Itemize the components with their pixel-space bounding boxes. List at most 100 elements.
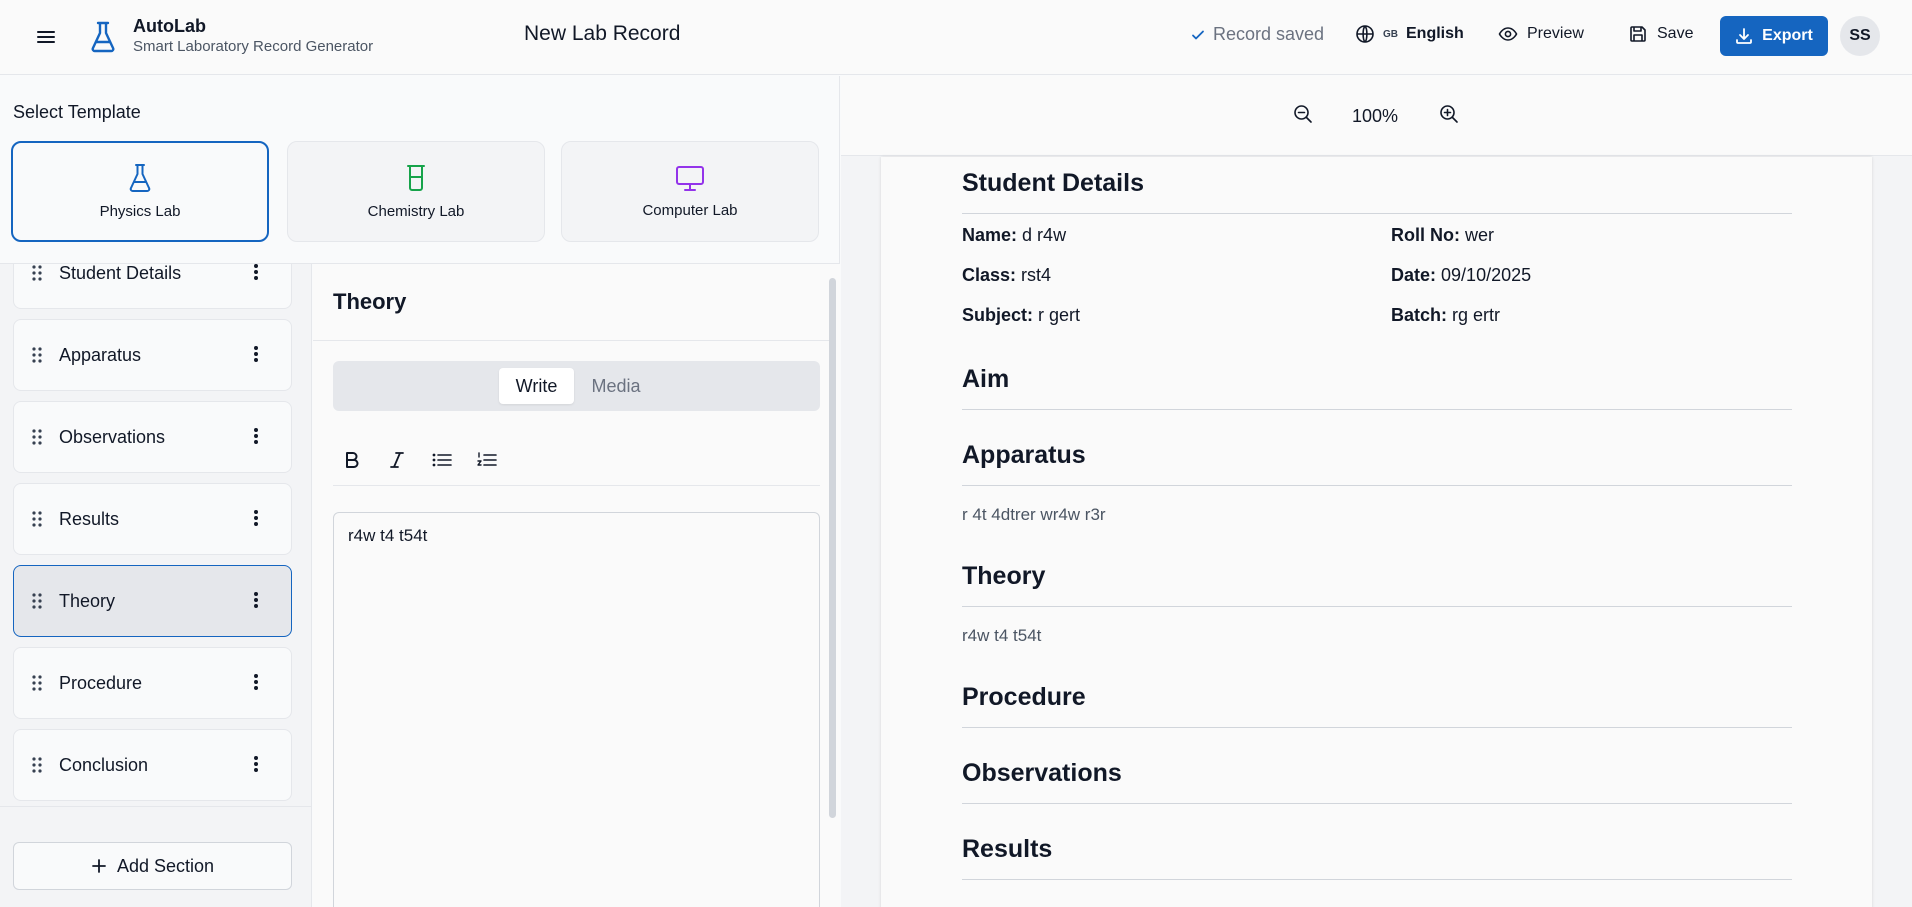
editor-scrollbar[interactable]: [829, 278, 836, 818]
section-label: Theory: [59, 590, 116, 611]
flask-logo-icon: [88, 20, 118, 54]
language-selector[interactable]: GB English: [1355, 24, 1464, 44]
field-value: wer: [1465, 225, 1495, 245]
plus-icon: [92, 859, 106, 873]
beaker-icon: [407, 165, 425, 191]
section-editor: Theory Write Media r4w t4 t54t: [313, 264, 840, 907]
flag-badge: GB: [1383, 28, 1398, 40]
add-section-button[interactable]: Add Section: [13, 842, 292, 890]
drag-handle-icon[interactable]: [32, 593, 42, 609]
more-vertical-icon[interactable]: [253, 427, 259, 445]
section-item-theory[interactable]: Theory: [13, 565, 292, 637]
template-label-chemistry: Chemistry Lab: [367, 203, 465, 220]
drag-handle-icon[interactable]: [32, 757, 42, 773]
bulleted-list-icon[interactable]: [428, 446, 456, 474]
monitor-icon: [676, 166, 704, 191]
language-label: English: [1406, 25, 1464, 42]
save-status: Record saved: [1191, 24, 1324, 45]
drag-handle-icon[interactable]: [32, 265, 42, 281]
user-avatar[interactable]: SS: [1840, 16, 1880, 56]
bold-icon[interactable]: [338, 446, 366, 474]
field-value: 09/10/2025: [1441, 265, 1532, 285]
tab-media[interactable]: Media: [576, 368, 656, 404]
save-icon: [1630, 26, 1646, 42]
template-label-computer: Computer Lab: [642, 202, 738, 219]
add-section-label: Add Section: [116, 855, 215, 876]
heading-rule: [962, 727, 1792, 728]
check-icon: [1192, 30, 1204, 39]
format-toolbar: [333, 434, 820, 486]
more-vertical-icon[interactable]: [253, 591, 259, 609]
drag-handle-icon[interactable]: [32, 675, 42, 691]
drag-handle-icon[interactable]: [32, 511, 42, 527]
field-class: Class: rst4: [962, 265, 1051, 286]
heading-rule: [962, 606, 1792, 607]
section-item-observations[interactable]: Observations: [13, 401, 292, 473]
field-value: r gert: [1038, 305, 1081, 325]
tab-write[interactable]: Write: [499, 368, 574, 404]
italic-icon[interactable]: [383, 446, 411, 474]
section-content-textarea[interactable]: r4w t4 t54t: [333, 512, 820, 907]
drag-handle-icon[interactable]: [32, 429, 42, 445]
heading-rule: [962, 803, 1792, 804]
zoom-in-icon[interactable]: [1439, 104, 1459, 124]
template-label-physics: Physics Lab: [99, 203, 181, 220]
app-header: AutoLab Smart Laboratory Record Generato…: [0, 0, 1912, 75]
preview-theory-text: r4w t4 t54t: [962, 626, 1042, 645]
brand: AutoLab Smart Laboratory Record Generato…: [133, 15, 373, 57]
left-panel: Select Template Physics Lab Chemistry La…: [0, 76, 840, 907]
template-chemistry-lab[interactable]: Chemistry Lab: [287, 141, 545, 242]
preview-heading-aim: Aim: [962, 365, 1010, 393]
heading-rule: [962, 213, 1792, 214]
save-status-text: Record saved: [1213, 24, 1325, 44]
menu-icon[interactable]: [34, 25, 58, 49]
section-item-apparatus[interactable]: Apparatus: [13, 319, 292, 391]
field-value: rg ertr: [1452, 305, 1501, 325]
more-vertical-icon[interactable]: [253, 509, 259, 527]
section-item-results[interactable]: Results: [13, 483, 292, 555]
more-vertical-icon[interactable]: [253, 264, 259, 281]
section-label: Student Details: [59, 264, 182, 283]
section-item-procedure[interactable]: Procedure: [13, 647, 292, 719]
template-physics-lab[interactable]: Physics Lab: [11, 141, 269, 242]
more-vertical-icon[interactable]: [253, 755, 259, 773]
field-value: d r4w: [1022, 225, 1067, 245]
heading-rule: [962, 409, 1792, 410]
editor-divider: [313, 340, 829, 341]
field-roll-no: Roll No: wer: [1391, 225, 1494, 246]
preview-button[interactable]: Preview: [1498, 24, 1584, 44]
zoom-bar: 100%: [841, 76, 1912, 156]
eye-icon: [1498, 27, 1518, 41]
preview-panel: 100% Student Details Name: d r4w Roll No…: [841, 76, 1912, 907]
preview-apparatus-text: r 4t 4dtrer wr4w r3r: [962, 505, 1106, 524]
brand-name: AutoLab: [133, 16, 206, 36]
field-label: Class:: [962, 265, 1017, 285]
section-item-conclusion[interactable]: Conclusion: [13, 729, 292, 801]
field-label: Date:: [1391, 265, 1437, 285]
preview-label: Preview: [1527, 25, 1584, 42]
preview-heading-student-details: Student Details: [962, 169, 1144, 197]
field-label: Roll No:: [1391, 225, 1460, 245]
editor-title: Theory: [333, 289, 407, 314]
section-list: Student Details Apparatus Observations R…: [0, 264, 312, 907]
save-button[interactable]: Save: [1628, 24, 1693, 44]
document-title[interactable]: New Lab Record: [524, 22, 680, 46]
save-label: Save: [1657, 25, 1694, 42]
more-vertical-icon[interactable]: [253, 673, 259, 691]
section-label: Procedure: [59, 672, 143, 693]
section-label: Observations: [59, 426, 166, 447]
preview-heading-procedure: Procedure: [962, 683, 1086, 711]
flask-icon: [129, 164, 151, 192]
drag-handle-icon[interactable]: [32, 347, 42, 363]
field-date: Date: 09/10/2025: [1391, 265, 1531, 286]
section-item-student-details[interactable]: Student Details: [13, 264, 292, 309]
export-button[interactable]: Export: [1720, 16, 1828, 56]
field-subject: Subject: r gert: [962, 305, 1080, 326]
section-label: Conclusion: [59, 754, 149, 775]
numbered-list-icon[interactable]: [473, 446, 501, 474]
editor-mode-tabs: Write Media: [333, 361, 820, 411]
template-label: Select Template: [13, 102, 141, 122]
more-vertical-icon[interactable]: [253, 345, 259, 363]
zoom-out-icon[interactable]: [1293, 104, 1313, 124]
template-computer-lab[interactable]: Computer Lab: [561, 141, 819, 242]
